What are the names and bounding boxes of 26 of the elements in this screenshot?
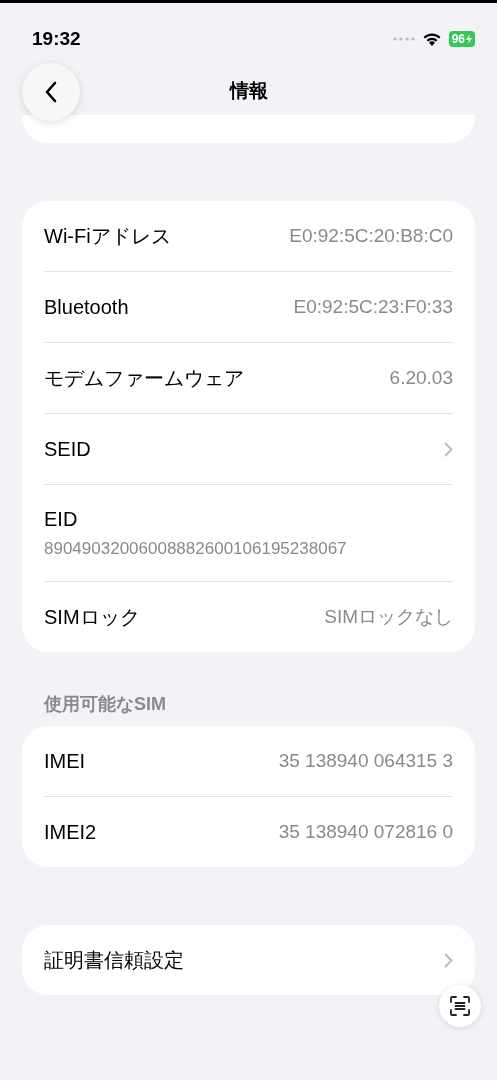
row-label: Bluetooth xyxy=(44,295,129,319)
scan-text-button[interactable] xyxy=(439,985,481,1027)
row-value: SIMロックなし xyxy=(324,605,453,629)
row-label: Wi-Fiアドレス xyxy=(44,223,171,249)
row-value: E0:92:5C:23:F0:33 xyxy=(293,296,453,318)
section-header: 使用可能なSIM xyxy=(42,693,167,716)
row-value: 89049032006008882600106195238067 xyxy=(44,538,347,559)
row-label[interactable]: SEID xyxy=(44,437,91,461)
status-time: 19:32 xyxy=(32,28,81,50)
scan-text-icon[interactable] xyxy=(449,995,471,1017)
signal-icon xyxy=(392,37,415,41)
page-title: 情報 xyxy=(229,79,268,103)
row-value: 35 138940 064315 3 xyxy=(278,750,453,772)
row-value: E0:92:5C:20:B8:C0 xyxy=(289,225,453,247)
charging-bolt-icon xyxy=(466,34,472,44)
row-value: 35 138940 072816 0 xyxy=(278,821,453,843)
row-value: 6.20.03 xyxy=(389,367,453,389)
row-label: EID xyxy=(44,507,78,531)
row-label: IMEI xyxy=(44,749,86,773)
row-label: モデムファームウェア xyxy=(44,365,244,391)
row-label[interactable]: 証明書信頼設定 xyxy=(44,946,184,974)
row-label: SIMロック xyxy=(44,604,140,630)
wifi-icon xyxy=(422,32,441,46)
back-icon[interactable] xyxy=(44,81,58,103)
row-label: IMEI2 xyxy=(44,820,97,844)
battery-level: 96 xyxy=(448,31,475,47)
